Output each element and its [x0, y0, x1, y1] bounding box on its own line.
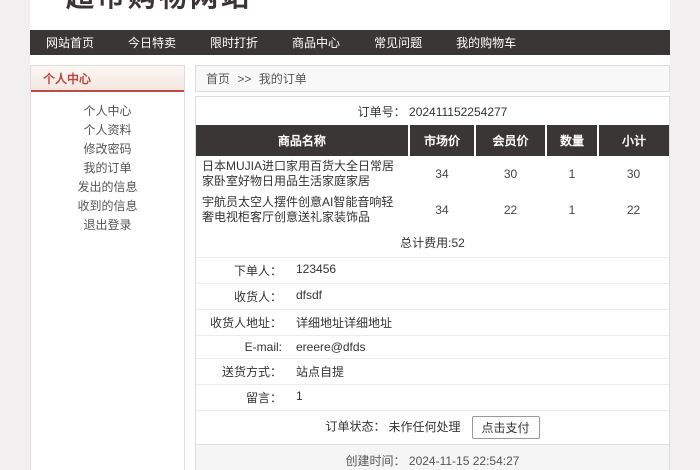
subtotal: 22 — [626, 202, 641, 217]
quantity: 1 — [568, 166, 576, 181]
order-status-label: 订单状态： — [325, 419, 386, 434]
header-subtotal: 小计 — [598, 125, 669, 156]
page-container: 超市购物网站 网站首页 今日特卖 限时打折 商品中心 常见问题 我的购物车 个人… — [30, 0, 670, 470]
sidebar-list: 个人中心 个人资料 修改密码 我的订单 发出的信息 收到的信息 退出登录 — [31, 92, 184, 235]
created-time-label: 创建时间： — [345, 454, 406, 468]
main-panel: 首页 >> 我的订单 订单号： 202411152254277 商品名称 市场价… — [195, 65, 670, 470]
order-number-row: 订单号： 202411152254277 — [196, 97, 669, 125]
sidebar-item-personal-center[interactable]: 个人中心 — [31, 102, 184, 121]
field-address: 收货人地址： 详细地址详细地址 — [196, 309, 669, 335]
sidebar-item-received-messages[interactable]: 收到的信息 — [31, 197, 184, 216]
sidebar-item-change-password[interactable]: 修改密码 — [31, 140, 184, 159]
field-label: 送货方式： — [221, 365, 282, 379]
field-value: dfsdf — [296, 288, 323, 302]
field-message: 留言： 1 — [196, 384, 669, 410]
field-label: 下单人： — [233, 264, 282, 278]
nav-item-daily-deals[interactable]: 今日特卖 — [128, 34, 176, 51]
field-orderer: 下单人： 123456 — [196, 257, 669, 283]
quantity: 1 — [568, 202, 576, 217]
field-consignee: 收货人： dfsdf — [196, 283, 669, 309]
breadcrumb-home-link[interactable]: 首页 — [206, 72, 230, 86]
created-time-row: 创建时间： 2024-11-15 22:54:27 — [196, 444, 669, 470]
created-time-value: 2024-11-15 22:54:27 — [408, 454, 520, 468]
breadcrumb: 首页 >> 我的订单 — [195, 65, 670, 92]
nav-item-home[interactable]: 网站首页 — [46, 34, 94, 51]
field-delivery-method: 送货方式： 站点自提 — [196, 358, 669, 384]
member-price: 22 — [503, 202, 518, 217]
site-logo: 超市购物网站 — [66, 0, 252, 15]
total-cost: 总计费用:52 — [400, 236, 465, 250]
table-row: 宇航员太空人摆件创意AI智能音响轻奢电视柜客厅创意送礼家装饰品 34 22 1 … — [196, 192, 669, 228]
nav-item-cart[interactable]: 我的购物车 — [456, 34, 516, 51]
subtotal: 30 — [626, 166, 641, 181]
order-status-row: 订单状态： 未作任何处理 点击支付 — [196, 410, 669, 444]
nav-item-product-center[interactable]: 商品中心 — [292, 34, 340, 51]
table-header-row: 商品名称 市场价 会员价 数量 小计 — [196, 125, 669, 156]
header-market-price: 市场价 — [408, 125, 477, 156]
table-row: 日本MUJIA进口家用百货大全日常居家卧室好物日用品生活家庭家居 34 30 1… — [196, 156, 669, 192]
content-area: 个人中心 个人中心 个人资料 修改密码 我的订单 发出的信息 收到的信息 退出登… — [30, 55, 670, 470]
header-product-name: 商品名称 — [196, 125, 410, 156]
field-label: 留言： — [245, 391, 282, 405]
sidebar-item-profile[interactable]: 个人资料 — [31, 121, 184, 140]
field-label: 收货人： — [233, 290, 282, 304]
field-value: 站点自提 — [296, 365, 345, 379]
breadcrumb-separator: >> — [237, 72, 252, 86]
sidebar: 个人中心 个人中心 个人资料 修改密码 我的订单 发出的信息 收到的信息 退出登… — [30, 65, 185, 470]
nav-item-limited-discount[interactable]: 限时打折 — [210, 34, 258, 51]
pay-button[interactable]: 点击支付 — [471, 416, 540, 439]
sidebar-title: 个人中心 — [31, 66, 184, 92]
sidebar-item-sent-messages[interactable]: 发出的信息 — [31, 178, 184, 197]
field-value: 123456 — [296, 262, 337, 276]
product-name: 宇航员太空人摆件创意AI智能音响轻奢电视柜客厅创意送礼家装饰品 — [202, 195, 394, 224]
field-value: ereere@dfds — [296, 340, 366, 354]
nav-item-faq[interactable]: 常见问题 — [374, 34, 422, 51]
main-nav: 网站首页 今日特卖 限时打折 商品中心 常见问题 我的购物车 — [30, 30, 670, 55]
order-number-value: 202411152254277 — [409, 105, 508, 119]
product-name: 日本MUJIA进口家用百货大全日常居家卧室好物日用品生活家庭家居 — [202, 159, 395, 188]
market-price: 34 — [435, 166, 449, 181]
order-detail-box: 订单号： 202411152254277 商品名称 市场价 会员价 数量 小计 — [195, 96, 670, 470]
order-status-value: 未作任何处理 — [388, 419, 461, 434]
market-price: 34 — [435, 202, 449, 217]
order-number-label: 订单号： — [357, 105, 406, 119]
header-quantity: 数量 — [546, 125, 600, 156]
order-items-table: 商品名称 市场价 会员价 数量 小计 日本MUJIA进口家用百货大全日常居家卧室… — [196, 125, 669, 228]
sidebar-item-logout[interactable]: 退出登录 — [31, 216, 184, 235]
field-label: 收货人地址： — [209, 316, 282, 330]
member-price: 30 — [503, 166, 518, 181]
site-logo-strip: 超市购物网站 — [30, 0, 670, 30]
field-value: 详细地址详细地址 — [296, 316, 393, 330]
header-member-price: 会员价 — [475, 125, 548, 156]
field-label: E-mail: — [244, 340, 282, 354]
field-email: E-mail: ereere@dfds — [196, 335, 669, 358]
sidebar-item-my-orders[interactable]: 我的订单 — [31, 159, 184, 178]
field-value: 1 — [296, 389, 303, 403]
breadcrumb-current: 我的订单 — [258, 72, 307, 86]
